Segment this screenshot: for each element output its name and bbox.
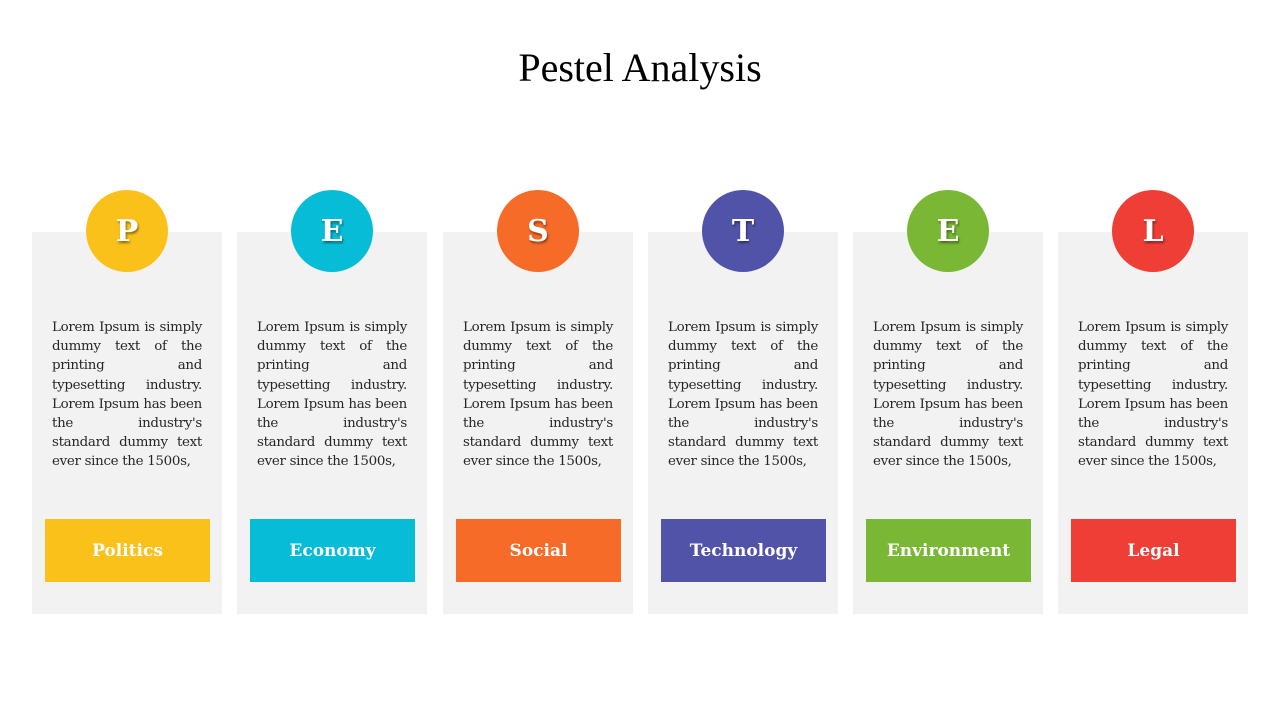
card-description: Lorem Ipsum is simply dummy text of the … [1078, 320, 1228, 470]
label-bar-technology: Technology [661, 519, 826, 582]
pestel-card-social: S Lorem Ipsum is simply dummy text of th… [443, 190, 633, 614]
card-description: Lorem Ipsum is simply dummy text of the … [463, 320, 613, 470]
card-description: Lorem Ipsum is simply dummy text of the … [257, 320, 407, 470]
label-bar-environment: Environment [866, 519, 1031, 582]
pestel-card-politics: P Lorem Ipsum is simply dummy text of th… [32, 190, 222, 614]
slide-title: Pestel Analysis [518, 45, 762, 90]
letter-circle-l: L [1112, 190, 1194, 272]
letter-circle-s: S [497, 190, 579, 272]
letter-circle-t: T [702, 190, 784, 272]
label-bar-social: Social [456, 519, 621, 582]
letter-circle-e: E [291, 190, 373, 272]
label-bar-legal: Legal [1071, 519, 1236, 582]
label-bar-economy: Economy [250, 519, 415, 582]
pestel-card-legal: L Lorem Ipsum is simply dummy text of th… [1058, 190, 1248, 614]
pestel-card-environment: E Lorem Ipsum is simply dummy text of th… [853, 190, 1043, 614]
letter-circle-e2: E [907, 190, 989, 272]
pestel-card-economy: E Lorem Ipsum is simply dummy text of th… [237, 190, 427, 614]
card-description: Lorem Ipsum is simply dummy text of the … [668, 320, 818, 470]
label-bar-politics: Politics [45, 519, 210, 582]
letter-circle-p: P [86, 190, 168, 272]
pestel-card-technology: T Lorem Ipsum is simply dummy text of th… [648, 190, 838, 614]
card-description: Lorem Ipsum is simply dummy text of the … [873, 320, 1023, 470]
card-description: Lorem Ipsum is simply dummy text of the … [52, 320, 202, 470]
